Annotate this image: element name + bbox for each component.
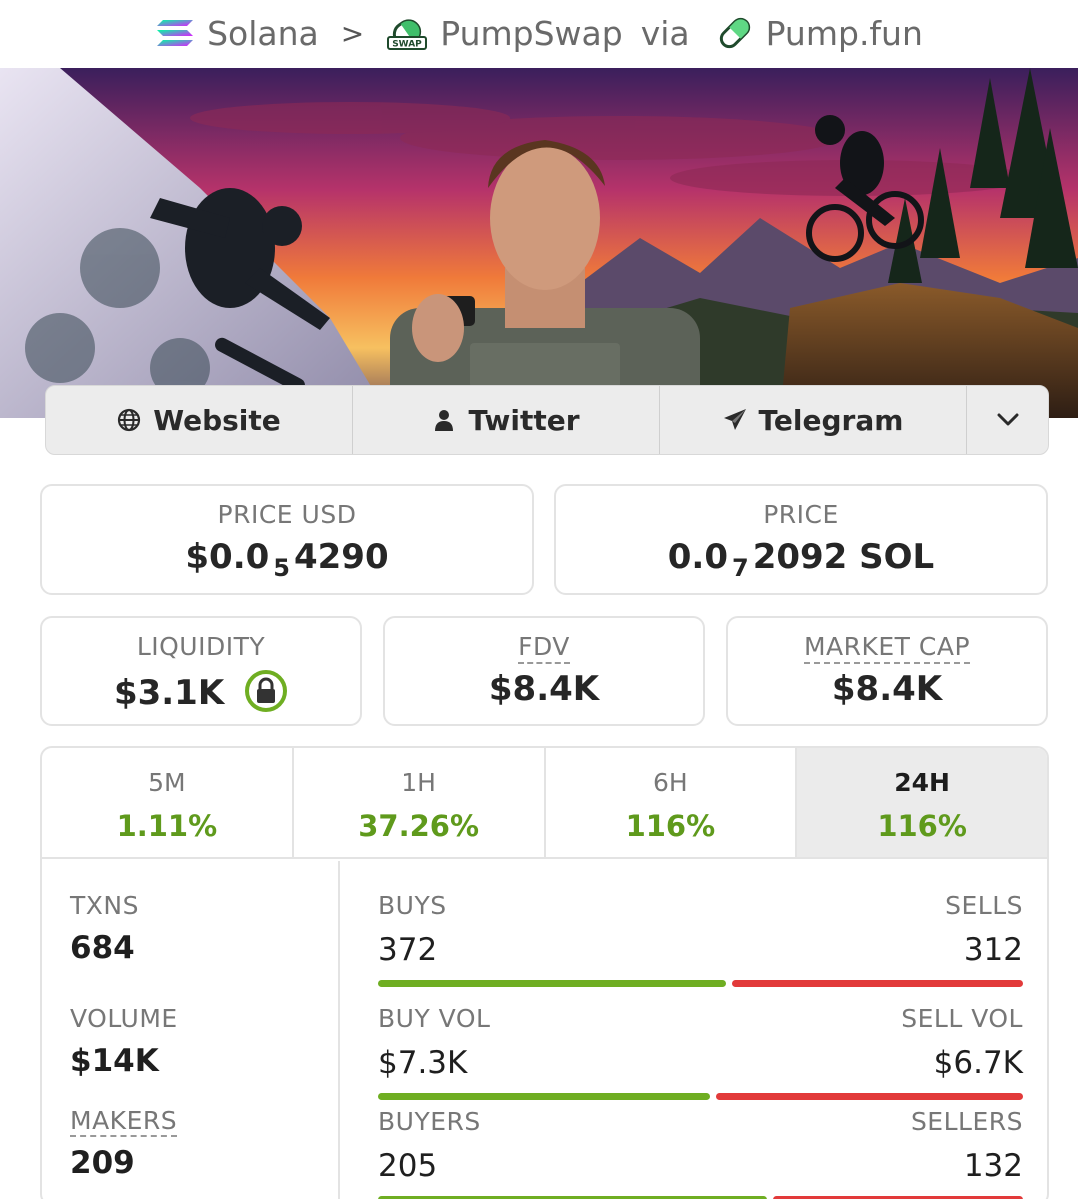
txns-label: TXNS <box>70 891 139 920</box>
breadcrumb-via: via <box>640 13 690 53</box>
breadcrumb-separator: > <box>340 16 365 50</box>
website-button[interactable]: Website <box>46 386 353 454</box>
sellers-value: 132 <box>963 1148 1023 1184</box>
buy-sell-vol-row: BUY VOL SELL VOL $7.3K $6.7K <box>378 1004 1023 1100</box>
breadcrumb: Solana > SWAP PumpSwap via Pump.fun <box>0 0 1078 66</box>
tab-label: 24H <box>894 768 950 797</box>
price-usd-zero-count: 5 <box>273 554 290 582</box>
liquidity-card: LIQUIDITY $3.1K <box>40 616 362 726</box>
buy-sell-breakdown: BUYS SELLS 372 312 BUY VOL SELL VOL $7.3K $6… <box>378 861 1023 1199</box>
buys-value: 372 <box>378 932 438 968</box>
social-links-bar: Website Twitter Telegram <box>45 385 1049 455</box>
timeframe-tabs: 5M 1.11% 1H 37.26% 6H 116% 24H 116% <box>42 748 1047 859</box>
buy-bar-segment <box>378 1093 710 1100</box>
solana-logo-icon <box>157 20 194 46</box>
telegram-button[interactable]: Telegram <box>660 386 967 454</box>
price-native-card: PRICE 0.0 7 2092 SOL <box>554 484 1048 595</box>
market-cap-value: $8.4K <box>831 669 943 709</box>
liquidity-label: LIQUIDITY <box>136 632 266 661</box>
paper-plane-icon <box>723 409 746 430</box>
sellers-label: SELLERS <box>910 1107 1023 1136</box>
tab-1h[interactable]: 1H 37.26% <box>294 748 546 857</box>
makers-metric: MAKERS 209 <box>70 1106 178 1181</box>
user-icon <box>435 410 454 431</box>
pumpfun-pill-icon <box>719 17 750 49</box>
swap-badge-text: SWAP <box>392 40 422 50</box>
sell-bar-segment <box>732 980 1023 987</box>
liquidity-value: $3.1K <box>113 673 225 713</box>
sells-value: 312 <box>963 932 1023 968</box>
price-native-zero-count: 7 <box>732 554 749 582</box>
telegram-label: Telegram <box>758 403 904 437</box>
stats-panel: 5M 1.11% 1H 37.26% 6H 116% 24H 116% TXNS… <box>40 746 1049 1199</box>
liquidity-lock-icon[interactable] <box>244 669 288 713</box>
buys-label: BUYS <box>378 891 447 920</box>
makers-value: 209 <box>70 1145 135 1181</box>
tab-label: 6H <box>653 768 688 797</box>
price-usd-card: PRICE USD $0.0 5 4290 <box>40 484 534 595</box>
price-usd-value: $0.0 5 4290 <box>185 537 389 582</box>
volume-value: $14K <box>70 1043 159 1079</box>
volume-metric: VOLUME $14K <box>70 1004 178 1079</box>
tab-change: 1.11% <box>116 809 218 843</box>
tab-change: 37.26% <box>358 809 480 843</box>
breadcrumb-dex[interactable]: PumpSwap <box>440 14 622 53</box>
buyers-value: 205 <box>378 1148 438 1184</box>
buys-sells-row: BUYS SELLS 372 312 <box>378 891 1023 987</box>
tab-change: 116% <box>625 809 716 843</box>
tab-label: 1H <box>401 768 436 797</box>
buyers-label: BUYERS <box>378 1107 481 1136</box>
market-cap-label[interactable]: MARKET CAP <box>728 632 1046 664</box>
buy-sell-vol-bar <box>378 1093 1023 1100</box>
sell-vol-label: SELL VOL <box>901 1004 1023 1033</box>
more-links-button[interactable] <box>967 386 1048 454</box>
market-cap-card: MARKET CAP $8.4K <box>726 616 1048 726</box>
price-native-value: 0.0 7 2092 SOL <box>667 537 935 582</box>
globe-icon <box>118 408 141 432</box>
buy-vol-value: $7.3K <box>378 1045 468 1081</box>
chevron-down-icon <box>997 413 1018 426</box>
buys-sells-bar <box>378 980 1023 987</box>
buy-bar-segment <box>378 980 726 987</box>
buyers-sellers-row: BUYERS SELLERS 205 132 <box>378 1107 1023 1199</box>
tab-24h[interactable]: 24H 116% <box>797 748 1047 857</box>
buy-vol-label: BUY VOL <box>378 1004 491 1033</box>
txns-metric: TXNS 684 <box>70 891 139 966</box>
summary-metrics: TXNS 684 VOLUME $14K MAKERS 209 <box>42 861 340 1199</box>
sells-label: SELLS <box>945 891 1023 920</box>
twitter-label: Twitter <box>468 403 580 437</box>
makers-label[interactable]: MAKERS <box>70 1106 178 1137</box>
twitter-button[interactable]: Twitter <box>353 386 660 454</box>
tab-label: 5M <box>148 768 186 797</box>
website-label: Website <box>153 403 281 437</box>
sell-bar-segment <box>716 1093 1023 1100</box>
sell-vol-value: $6.7K <box>933 1045 1023 1081</box>
fdv-label[interactable]: FDV <box>385 632 703 664</box>
fdv-value: $8.4K <box>488 669 600 709</box>
tab-change: 116% <box>877 809 967 843</box>
token-banner-image <box>0 68 1078 418</box>
price-usd-label: PRICE USD <box>217 500 357 529</box>
breadcrumb-launchpad[interactable]: Pump.fun <box>766 14 923 53</box>
txns-value: 684 <box>70 930 135 966</box>
breadcrumb-chain[interactable]: Solana <box>207 14 319 53</box>
tab-6h[interactable]: 6H 116% <box>546 748 798 857</box>
fdv-card: FDV $8.4K <box>383 616 705 726</box>
pumpswap-logo-icon: SWAP <box>387 19 428 50</box>
volume-label: VOLUME <box>70 1004 178 1033</box>
tab-5m[interactable]: 5M 1.11% <box>42 748 294 857</box>
price-native-label: PRICE <box>763 500 839 529</box>
